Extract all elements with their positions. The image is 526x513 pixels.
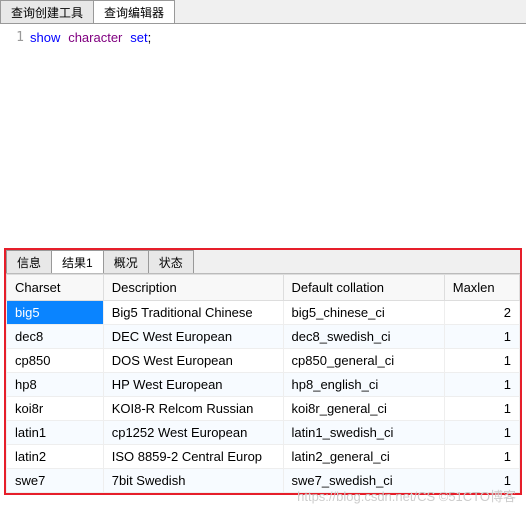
cell-maxlen[interactable]: 2 [444,301,519,325]
cell-collation[interactable]: big5_chinese_ci [283,301,444,325]
result-tabs: 信息 结果1 概况 状态 [6,250,520,274]
cell-collation[interactable]: swe7_swedish_ci [283,469,444,493]
cell-maxlen[interactable]: 1 [444,397,519,421]
cell-charset[interactable]: latin2 [7,445,104,469]
table-row[interactable]: big5Big5 Traditional Chinesebig5_chinese… [7,301,520,325]
cell-collation[interactable]: koi8r_general_ci [283,397,444,421]
result-table: Charset Description Default collation Ma… [6,274,520,493]
cell-charset[interactable]: hp8 [7,373,104,397]
cell-description[interactable]: Big5 Traditional Chinese [103,301,283,325]
cell-collation[interactable]: latin2_general_ci [283,445,444,469]
tab-profile[interactable]: 概况 [103,250,149,273]
tab-status[interactable]: 状态 [148,250,194,273]
cell-charset[interactable]: koi8r [7,397,104,421]
cell-charset[interactable]: cp850 [7,349,104,373]
col-collation[interactable]: Default collation [283,275,444,301]
tab-result1[interactable]: 结果1 [51,250,104,273]
cell-collation[interactable]: dec8_swedish_ci [283,325,444,349]
semicolon: ; [148,30,152,45]
cell-maxlen[interactable]: 1 [444,373,519,397]
col-charset[interactable]: Charset [7,275,104,301]
kw-show: show [30,30,60,45]
table-row[interactable]: koi8rKOI8-R Relcom Russiankoi8r_general_… [7,397,520,421]
cell-collation[interactable]: hp8_english_ci [283,373,444,397]
cell-description[interactable]: 7bit Swedish [103,469,283,493]
cell-maxlen[interactable]: 1 [444,469,519,493]
top-tabs: 查询创建工具 查询编辑器 [0,0,526,24]
table-row[interactable]: dec8DEC West Europeandec8_swedish_ci1 [7,325,520,349]
kw-set: set [130,30,147,45]
cell-maxlen[interactable]: 1 [444,325,519,349]
tab-query-editor[interactable]: 查询编辑器 [93,0,175,23]
cell-description[interactable]: DOS West European [103,349,283,373]
cell-description[interactable]: KOI8-R Relcom Russian [103,397,283,421]
code-line: show character set; [30,30,151,238]
results-panel: 信息 结果1 概况 状态 Charset Description Default… [4,248,522,495]
kw-character: character [68,30,122,45]
cell-charset[interactable]: dec8 [7,325,104,349]
cell-collation[interactable]: cp850_general_ci [283,349,444,373]
cell-collation[interactable]: latin1_swedish_ci [283,421,444,445]
cell-description[interactable]: cp1252 West European [103,421,283,445]
cell-maxlen[interactable]: 1 [444,421,519,445]
cell-description[interactable]: ISO 8859-2 Central Europ [103,445,283,469]
table-row[interactable]: latin2ISO 8859-2 Central Europlatin2_gen… [7,445,520,469]
line-gutter: 1 [10,30,30,238]
table-row[interactable]: hp8HP West Europeanhp8_english_ci1 [7,373,520,397]
col-maxlen[interactable]: Maxlen [444,275,519,301]
cell-description[interactable]: HP West European [103,373,283,397]
table-header-row: Charset Description Default collation Ma… [7,275,520,301]
cell-maxlen[interactable]: 1 [444,445,519,469]
col-description[interactable]: Description [103,275,283,301]
tab-info[interactable]: 信息 [6,250,52,273]
table-row[interactable]: cp850DOS West Europeancp850_general_ci1 [7,349,520,373]
table-row[interactable]: swe77bit Swedishswe7_swedish_ci1 [7,469,520,493]
cell-charset[interactable]: swe7 [7,469,104,493]
cell-description[interactable]: DEC West European [103,325,283,349]
sql-editor[interactable]: 1 show character set; [0,24,526,244]
cell-charset[interactable]: big5 [7,301,104,325]
cell-charset[interactable]: latin1 [7,421,104,445]
tab-query-create[interactable]: 查询创建工具 [0,0,94,23]
table-row[interactable]: latin1cp1252 West Europeanlatin1_swedish… [7,421,520,445]
cell-maxlen[interactable]: 1 [444,349,519,373]
